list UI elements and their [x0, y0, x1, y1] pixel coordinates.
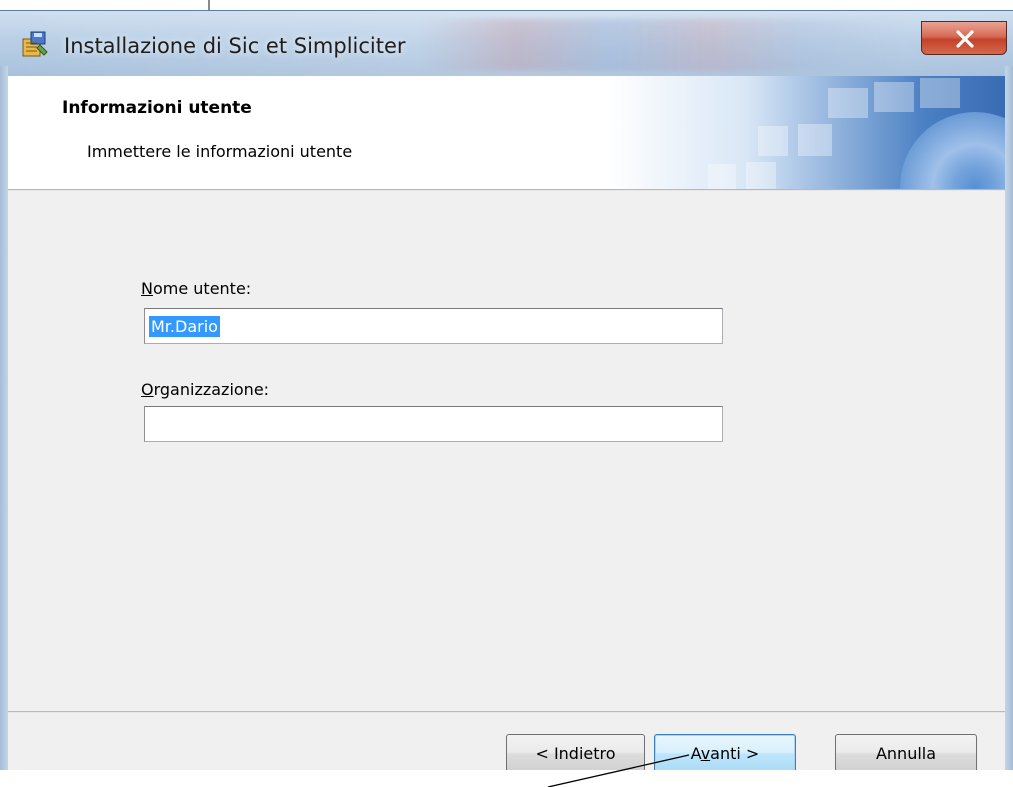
title-bar[interactable]: Installazione di Sic et Simpliciter	[0, 11, 1013, 77]
back-button[interactable]: < Indietro	[506, 734, 645, 774]
header-banner: Informazioni utente Immettere le informa…	[8, 76, 1005, 189]
window-frame-right	[1005, 66, 1013, 770]
window-frame-left	[0, 66, 8, 770]
next-button-prefix: A	[690, 744, 701, 763]
organization-label-access-key: O	[141, 380, 154, 399]
page-title: Informazioni utente	[62, 98, 252, 118]
organization-label-text: rganizzazione:	[153, 380, 270, 399]
username-field[interactable]: Mr.Dario	[144, 308, 723, 344]
cancel-button[interactable]: Annulla	[835, 734, 977, 774]
close-icon	[956, 30, 974, 48]
username-field-value: Mr.Dario	[149, 316, 220, 337]
window-title: Installazione di Sic et Simpliciter	[64, 34, 406, 58]
close-button[interactable]	[921, 21, 1007, 55]
installer-package-icon[interactable]	[20, 29, 50, 59]
next-button-access-key: v	[700, 744, 711, 763]
banner-disc-graphic	[900, 112, 1005, 189]
page-subtitle: Immettere le informazioni utente	[87, 142, 353, 161]
organization-field[interactable]	[144, 406, 723, 442]
next-button[interactable]: Avanti >	[654, 734, 796, 774]
dialog-body: Nome utente: Mr.Dario Organizzazione:	[8, 191, 1005, 711]
username-label: Nome utente:	[141, 279, 251, 298]
screenshot-stage: Installazione di Sic et Simpliciter Info…	[0, 0, 1013, 787]
next-button-suffix: anti >	[710, 744, 760, 763]
banner-artwork	[608, 76, 1005, 189]
organization-label: Organizzazione:	[141, 380, 269, 399]
username-label-access-key: N	[141, 279, 153, 298]
background-bottom-strip	[0, 770, 1013, 787]
dialog-footer: < Indietro Avanti > Annulla	[8, 713, 1005, 774]
title-bar-glass-reflection	[420, 19, 900, 71]
username-label-text: ome utente:	[152, 279, 252, 298]
